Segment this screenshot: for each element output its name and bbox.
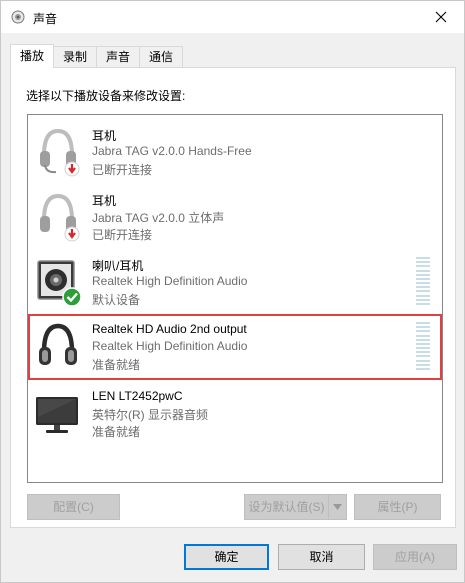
close-icon [435,11,447,23]
cancel-button[interactable]: 取消 [278,544,365,570]
list-item[interactable]: 喇叭/耳机 Realtek High Definition Audio 默认设备 [28,249,442,314]
sound-dialog: 声音 播放 录制 声音 通信 选择以下播放设备来修改设置: 耳机 Jabra T… [0,0,465,583]
window-title: 声音 [33,12,58,26]
chevron-down-icon [333,504,342,510]
device-name: 耳机 [92,129,117,143]
monitor-icon [36,397,78,433]
list-item[interactable]: 耳机 Jabra TAG v2.0.0 立体声 已断开连接 [28,184,442,249]
device-name: LEN LT2452pwC [92,389,183,403]
close-button[interactable] [418,1,464,33]
tab-sounds[interactable]: 声音 [96,46,141,68]
apply-button[interactable]: 应用(A) [373,544,457,570]
list-item-selected[interactable]: Realtek HD Audio 2nd output Realtek High… [28,314,442,380]
device-status: 准备就绪 [92,358,141,372]
headphones-disconnected-icon [40,193,80,242]
device-description: 英特尔(R) 显示器音频 [92,408,208,422]
set-default-dropdown[interactable] [328,494,347,520]
device-name: 喇叭/耳机 [92,259,144,273]
device-description: Realtek High Definition Audio [92,274,248,288]
playback-panel: 选择以下播放设备来修改设置: 耳机 Jabra TAG v2.0.0 Hands… [10,67,456,528]
volume-level-meter [416,257,430,305]
device-description: Jabra TAG v2.0.0 立体声 [92,211,225,225]
headset-disconnected-icon [40,128,80,177]
device-list[interactable]: 耳机 Jabra TAG v2.0.0 Hands-Free 已断开连接 耳机 … [27,114,443,483]
device-name: Realtek HD Audio 2nd output [92,322,247,336]
device-name: 耳机 [92,194,117,208]
title-bar: 声音 [1,1,464,33]
properties-button[interactable]: 属性(P) [354,494,441,520]
volume-level-meter [416,322,430,370]
device-description: Realtek High Definition Audio [92,339,248,353]
device-status: 已断开连接 [92,228,153,242]
headphones-icon [39,323,77,365]
tab-playback[interactable]: 播放 [10,44,55,68]
tab-strip: 播放 录制 声音 通信 [10,44,184,68]
device-status: 准备就绪 [92,425,141,439]
list-item[interactable]: 耳机 Jabra TAG v2.0.0 Hands-Free 已断开连接 [28,119,442,184]
tab-recording[interactable]: 录制 [53,46,98,68]
list-item[interactable]: LEN LT2452pwC 英特尔(R) 显示器音频 准备就绪 [28,381,442,446]
speaker-default-icon [37,260,82,307]
device-description: Jabra TAG v2.0.0 Hands-Free [92,144,252,158]
device-status: 默认设备 [92,293,141,307]
set-default-button[interactable]: 设为默认值(S) [244,494,329,520]
tab-communications[interactable]: 通信 [139,46,184,68]
speaker-app-icon [11,10,25,24]
configure-button[interactable]: 配置(C) [27,494,120,520]
device-status: 已断开连接 [92,163,153,177]
ok-button[interactable]: 确定 [184,544,269,570]
instruction-text: 选择以下播放设备来修改设置: [26,89,186,103]
